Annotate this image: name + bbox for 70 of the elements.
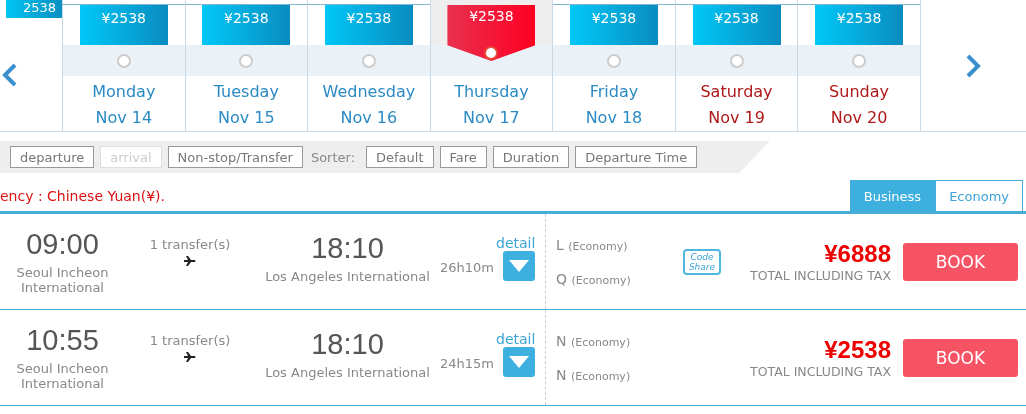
- flight-duration: 24h15m: [440, 356, 494, 371]
- day-name: Saturday: [700, 82, 773, 101]
- day-radio[interactable]: [116, 53, 131, 68]
- transfer-count: 1 transfer(s): [149, 237, 231, 252]
- departure-time: 09:00: [25, 228, 100, 261]
- fare-price: ¥2538: [824, 336, 891, 364]
- day-name: Sunday: [829, 82, 889, 101]
- arrival-time: 18:10: [310, 231, 385, 265]
- book-button[interactable]: BOOK: [903, 242, 1018, 281]
- arrival-airport: Los Angeles International: [264, 268, 431, 284]
- code-share-badge: Code Share: [683, 248, 721, 275]
- day-radio[interactable]: [729, 53, 744, 68]
- caret-down-icon: [509, 355, 530, 368]
- plane-icon: [184, 256, 196, 266]
- day-radio[interactable]: [361, 53, 376, 68]
- detail-link[interactable]: detail: [496, 330, 536, 347]
- departure-time: 10:55: [25, 324, 100, 357]
- detail-link[interactable]: detail: [496, 234, 536, 251]
- arrival-airport: Los Angeles International: [264, 364, 431, 380]
- day-date: Nov 16: [340, 108, 398, 127]
- currency-note: ency : Chinese Yuan(¥).: [0, 188, 166, 204]
- day-price-badge[interactable]: ¥2538: [324, 5, 413, 45]
- day-price-badge[interactable]: ¥2538: [202, 5, 291, 45]
- day-name: Friday: [589, 82, 639, 101]
- cabin-tab[interactable]: Business: [849, 180, 936, 211]
- day-radio[interactable]: [606, 53, 621, 68]
- expand-button[interactable]: [503, 250, 536, 281]
- sorter-label: Sorter:: [310, 149, 356, 165]
- transfer-count: 1 transfer(s): [149, 333, 231, 348]
- day-price-badge[interactable]: ¥2538: [79, 5, 168, 45]
- day-date: Nov 14: [95, 108, 153, 127]
- day-price-badge[interactable]: ¥2538: [692, 5, 781, 45]
- sort-button[interactable]: Fare: [439, 146, 487, 168]
- day-date: Nov 18: [585, 108, 643, 127]
- day-name: Thursday: [454, 82, 529, 101]
- arrival-time: 18:10: [310, 327, 385, 361]
- caret-down-icon: [509, 259, 530, 272]
- sort-button[interactable]: Duration: [492, 146, 570, 168]
- day-date: Nov 19: [708, 108, 765, 127]
- book-button[interactable]: BOOK: [903, 338, 1018, 377]
- day-name: Monday: [92, 82, 156, 101]
- day-price-badge[interactable]: 2538: [6, 0, 62, 18]
- price-note: TOTAL INCLUDING TAX: [750, 364, 891, 379]
- departure-airport: Seoul Incheon International: [15, 265, 110, 295]
- fare-class: L (Economy): [556, 236, 629, 253]
- filter-button[interactable]: Non-stop/Transfer: [167, 146, 303, 168]
- fare-price: ¥6888: [824, 240, 891, 268]
- chevron-left-icon[interactable]: [2, 62, 18, 87]
- sort-button[interactable]: Default: [366, 146, 434, 168]
- fare-class: Q (Economy): [556, 270, 632, 287]
- expand-button[interactable]: [503, 346, 536, 377]
- cabin-tab[interactable]: Economy: [935, 180, 1023, 211]
- day-radio[interactable]: [239, 53, 254, 68]
- day-date: Nov 20: [830, 108, 888, 127]
- day-radio[interactable]: [852, 53, 867, 68]
- departure-airport: Seoul Incheon International: [15, 361, 110, 391]
- flight-duration: 26h10m: [440, 260, 494, 275]
- fare-class: N (Economy): [556, 366, 632, 383]
- sort-button[interactable]: Departure Time: [575, 146, 698, 168]
- chevron-right-icon[interactable]: [965, 53, 982, 78]
- fare-class: N (Economy): [556, 332, 632, 349]
- day-date: Nov 17: [463, 108, 520, 127]
- day-date: Nov 15: [218, 108, 275, 127]
- filter-button[interactable]: departure: [10, 146, 95, 168]
- plane-icon: [184, 352, 196, 362]
- day-name: Tuesday: [213, 82, 279, 101]
- price-note: TOTAL INCLUDING TAX: [750, 268, 891, 283]
- day-price-badge[interactable]: ¥2538: [569, 5, 658, 45]
- day-price-badge[interactable]: ¥2538: [815, 5, 904, 45]
- day-name: Wednesday: [322, 82, 416, 101]
